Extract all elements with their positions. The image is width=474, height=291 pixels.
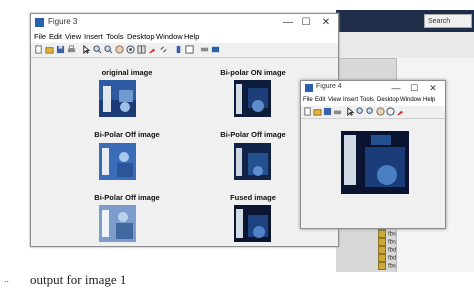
original-image: [99, 80, 136, 117]
rotate-icon[interactable]: [386, 107, 395, 116]
bipolar-off-image: [99, 205, 136, 242]
fused-image: [234, 205, 271, 242]
file-icon: [378, 238, 386, 246]
menu-tools[interactable]: Tools: [106, 32, 124, 41]
bipolar-off-image: [99, 143, 136, 180]
file-icon: [378, 246, 386, 254]
zoom-in-icon[interactable]: [93, 45, 102, 54]
menu-view[interactable]: View: [65, 32, 81, 41]
save-icon[interactable]: [323, 107, 332, 116]
menu-help[interactable]: Help: [184, 32, 199, 41]
figure-toolbar: [301, 106, 445, 119]
caption-marker: ..: [4, 274, 10, 284]
menu-view[interactable]: View: [328, 97, 341, 103]
zoom-out-icon[interactable]: [104, 45, 113, 54]
zoom-out-icon[interactable]: [366, 107, 375, 116]
file-list-item[interactable]: fbd: [378, 246, 396, 254]
menu-bar: File Edit View Insert Tools Desktop Wind…: [31, 31, 338, 43]
menu-desktop[interactable]: Desktop: [127, 32, 155, 41]
menu-edit[interactable]: Edit: [49, 32, 62, 41]
fused-image-large: [341, 131, 409, 194]
zoom-in-icon[interactable]: [356, 107, 365, 116]
subplot-title: Fused image: [230, 193, 276, 202]
menu-help[interactable]: Help: [423, 97, 435, 103]
figure-toolbar: [31, 43, 338, 58]
matlab-figure-icon: [35, 18, 44, 27]
file-icon: [378, 230, 386, 238]
save-icon[interactable]: [56, 45, 65, 54]
window-title: Figure 4: [316, 83, 342, 90]
pointer-icon[interactable]: [346, 107, 355, 116]
print-icon[interactable]: [333, 107, 342, 116]
menu-insert[interactable]: Insert: [343, 97, 358, 103]
figure-canvas: original image Bi-polar ON image Bi-Pola…: [31, 58, 338, 246]
minimize-button[interactable]: —: [387, 82, 405, 95]
window-title: Figure 3: [48, 17, 78, 26]
subplot-title: original image: [101, 68, 153, 77]
menu-file[interactable]: File: [34, 32, 46, 41]
file-icon: [378, 254, 386, 262]
pointer-icon[interactable]: [82, 45, 91, 54]
background-search-box[interactable]: Search: [424, 14, 472, 28]
close-button[interactable]: ✕: [424, 82, 442, 95]
file-list-item[interactable]: fbs: [378, 230, 396, 238]
background-title-bar: Search: [336, 10, 474, 32]
file-list-item[interactable]: fbs: [378, 262, 396, 270]
open-folder-icon[interactable]: [45, 45, 54, 54]
maximize-button[interactable]: ☐: [297, 15, 315, 30]
subplot-title: Bi-Polar Off image: [94, 130, 160, 139]
data-cursor-icon[interactable]: [137, 45, 146, 54]
open-folder-icon[interactable]: [313, 107, 322, 116]
title-bar: Figure 3 — ☐ ✕: [31, 14, 338, 31]
figure-4-window: Figure 4 — ☐ ✕ File Edit View Insert Too…: [300, 80, 446, 229]
print-icon[interactable]: [67, 45, 76, 54]
menu-window[interactable]: Window: [400, 97, 421, 103]
menu-window[interactable]: Window: [156, 32, 183, 41]
legend-icon[interactable]: [185, 45, 194, 54]
grid-icon[interactable]: [200, 45, 209, 54]
matlab-figure-icon: [305, 84, 313, 92]
brush-icon[interactable]: [148, 45, 157, 54]
brush-icon[interactable]: [396, 107, 405, 116]
subplot-title: Bi-polar ON image: [220, 68, 286, 77]
figure-caption: output for image 1: [30, 272, 127, 287]
file-list-item[interactable]: fbs: [378, 238, 396, 246]
subplot-title: Bi-Polar Off image: [94, 193, 160, 202]
menu-edit[interactable]: Edit: [315, 97, 325, 103]
minimize-button[interactable]: —: [279, 15, 297, 30]
figure-3-window: Figure 3 — ☐ ✕ File Edit View Insert Too…: [30, 13, 339, 247]
rotate-icon[interactable]: [126, 45, 135, 54]
bipolar-off-image: [234, 143, 271, 180]
menu-file[interactable]: File: [303, 97, 313, 103]
file-list-item[interactable]: fbd: [378, 254, 396, 262]
file-icon: [378, 262, 386, 270]
bipolar-on-image: [234, 80, 271, 117]
pan-icon[interactable]: [115, 45, 124, 54]
colorbar-icon[interactable]: [174, 45, 183, 54]
background-toolbar: [336, 32, 474, 59]
new-file-icon[interactable]: [303, 107, 312, 116]
title-bar: Figure 4 — ☐ ✕: [301, 81, 445, 96]
menu-bar: File Edit View Insert Tools Desktop Wind…: [301, 96, 445, 106]
new-file-icon[interactable]: [34, 45, 43, 54]
menu-insert[interactable]: Insert: [84, 32, 103, 41]
menu-tools[interactable]: Tools: [360, 97, 374, 103]
link-icon[interactable]: [159, 45, 168, 54]
pan-icon[interactable]: [376, 107, 385, 116]
subplot-title: Bi-Polar Off image: [220, 130, 286, 139]
maximize-button[interactable]: ☐: [405, 82, 423, 95]
close-button[interactable]: ✕: [317, 15, 335, 30]
menu-desktop[interactable]: Desktop: [377, 97, 399, 103]
dock-icon[interactable]: [211, 45, 220, 54]
